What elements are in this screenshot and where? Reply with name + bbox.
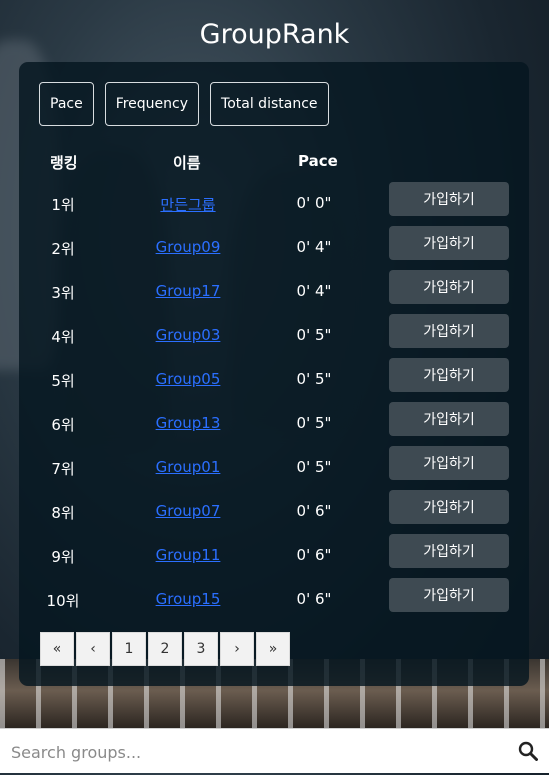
sort-tab-pace[interactable]: Pace bbox=[39, 82, 94, 126]
search-input[interactable] bbox=[9, 729, 503, 775]
group-name-link[interactable]: Group11 bbox=[139, 546, 237, 564]
group-name-link[interactable]: Group09 bbox=[139, 238, 237, 256]
app-title: GroupRank bbox=[199, 19, 350, 50]
pagination: « ‹ 1 2 3 › » bbox=[40, 632, 291, 666]
pace-cell: 0' 4" bbox=[296, 238, 332, 256]
rank-cell: 8위 bbox=[51, 504, 75, 522]
rank-cell: 5위 bbox=[51, 372, 75, 390]
join-button[interactable]: 가입하기 bbox=[389, 490, 509, 524]
pace-cell: 0' 0" bbox=[296, 194, 332, 212]
pagination-next-button[interactable]: › bbox=[220, 632, 254, 666]
pagination-prev-button[interactable]: ‹ bbox=[76, 632, 110, 666]
rank-cell: 6위 bbox=[51, 416, 75, 434]
table-row: 2위 Group09 0' 4" 가입하기 bbox=[19, 226, 529, 270]
table-row: 10위 Group15 0' 6" 가입하기 bbox=[19, 578, 529, 622]
rank-cell: 10위 bbox=[46, 592, 80, 610]
group-name-link[interactable]: 만든그룹 bbox=[139, 194, 237, 215]
join-button[interactable]: 가입하기 bbox=[389, 270, 509, 304]
join-button[interactable]: 가입하기 bbox=[389, 358, 509, 392]
rank-cell: 1위 bbox=[51, 196, 75, 214]
group-name-link[interactable]: Group13 bbox=[139, 414, 237, 432]
table-row: 5위 Group05 0' 5" 가입하기 bbox=[19, 358, 529, 402]
column-header-name: 이름 bbox=[173, 154, 201, 172]
rank-cell: 2위 bbox=[51, 240, 75, 258]
table-row: 3위 Group17 0' 4" 가입하기 bbox=[19, 270, 529, 314]
group-name-link[interactable]: Group07 bbox=[139, 502, 237, 520]
pagination-page-2[interactable]: 2 bbox=[148, 632, 182, 666]
table-row: 9위 Group11 0' 6" 가입하기 bbox=[19, 534, 529, 578]
join-button[interactable]: 가입하기 bbox=[389, 534, 509, 568]
pagination-first-button[interactable]: « bbox=[40, 632, 74, 666]
pagination-last-button[interactable]: » bbox=[256, 632, 290, 666]
table-row: 6위 Group13 0' 5" 가입하기 bbox=[19, 402, 529, 446]
join-button[interactable]: 가입하기 bbox=[389, 226, 509, 260]
table-row: 7위 Group01 0' 5" 가입하기 bbox=[19, 446, 529, 490]
pace-cell: 0' 6" bbox=[296, 590, 332, 608]
pagination-page-1[interactable]: 1 bbox=[112, 632, 146, 666]
pagination-page-3[interactable]: 3 bbox=[184, 632, 218, 666]
group-name-link[interactable]: Group01 bbox=[139, 458, 237, 476]
pace-cell: 0' 4" bbox=[296, 282, 332, 300]
search-icon[interactable] bbox=[518, 741, 538, 761]
sort-tab-frequency[interactable]: Frequency bbox=[104, 82, 200, 126]
rank-cell: 9위 bbox=[51, 548, 75, 566]
rank-cell: 3위 bbox=[51, 284, 75, 302]
group-name-link[interactable]: Group05 bbox=[139, 370, 237, 388]
join-button[interactable]: 가입하기 bbox=[389, 314, 509, 348]
ranking-panel: Pace Frequency Total distance 랭킹 이름 Pace… bbox=[19, 62, 529, 686]
join-button[interactable]: 가입하기 bbox=[389, 182, 509, 216]
pace-cell: 0' 6" bbox=[296, 502, 332, 520]
group-name-link[interactable]: Group03 bbox=[139, 326, 237, 344]
rank-cell: 4위 bbox=[51, 328, 75, 346]
pace-cell: 0' 5" bbox=[296, 458, 332, 476]
pace-cell: 0' 6" bbox=[296, 546, 332, 564]
pace-cell: 0' 5" bbox=[296, 326, 332, 344]
column-header-rank: 랭킹 bbox=[50, 154, 78, 172]
group-name-link[interactable]: Group15 bbox=[139, 590, 237, 608]
table-row: 1위 만든그룹 0' 0" 가입하기 bbox=[19, 182, 529, 226]
rank-cell: 7위 bbox=[51, 460, 75, 478]
pace-cell: 0' 5" bbox=[296, 414, 332, 432]
search-bar bbox=[0, 728, 549, 775]
join-button[interactable]: 가입하기 bbox=[389, 446, 509, 480]
join-button[interactable]: 가입하기 bbox=[389, 402, 509, 436]
sort-tabs: Pace Frequency Total distance bbox=[39, 82, 329, 126]
sort-tab-total-distance[interactable]: Total distance bbox=[210, 82, 329, 126]
pace-cell: 0' 5" bbox=[296, 370, 332, 388]
table-row: 4위 Group03 0' 5" 가입하기 bbox=[19, 314, 529, 358]
column-header-pace: Pace bbox=[298, 152, 338, 170]
join-button[interactable]: 가입하기 bbox=[389, 578, 509, 612]
table-row: 8위 Group07 0' 6" 가입하기 bbox=[19, 490, 529, 534]
group-name-link[interactable]: Group17 bbox=[139, 282, 237, 300]
